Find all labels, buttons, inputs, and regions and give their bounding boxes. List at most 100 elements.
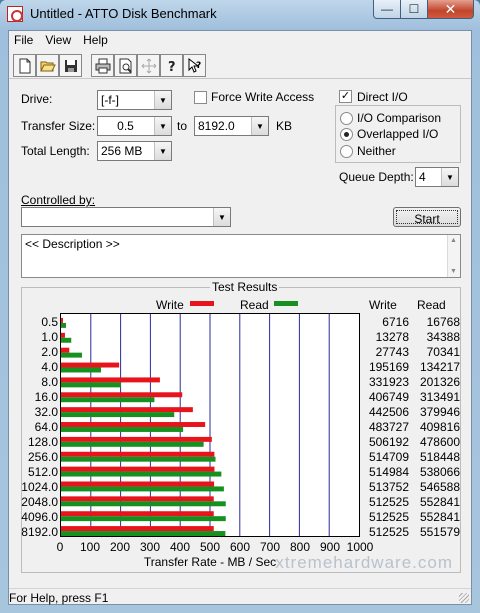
controlled-by-select[interactable]: ▼ bbox=[21, 207, 231, 227]
read-bar bbox=[61, 456, 216, 462]
menu-view[interactable]: View bbox=[40, 31, 78, 50]
status-text: For Help, press F1 bbox=[9, 591, 109, 605]
read-value: 313491 bbox=[419, 390, 460, 404]
start-label: Start bbox=[396, 210, 458, 226]
read-value: 552841 bbox=[419, 510, 460, 524]
write-bar bbox=[61, 332, 65, 338]
scroll-up-icon[interactable]: ▲ bbox=[450, 237, 457, 244]
menu-help[interactable]: Help bbox=[78, 31, 115, 50]
print-preview-icon[interactable] bbox=[114, 54, 137, 77]
overlapped-io-radio[interactable] bbox=[340, 128, 353, 141]
to-label: to bbox=[177, 119, 188, 133]
transfer-size-label: 512.0 bbox=[27, 465, 58, 479]
maximize-button[interactable]: ☐ bbox=[401, 0, 428, 19]
scroll-down-icon[interactable]: ▼ bbox=[450, 268, 457, 275]
write-bar bbox=[61, 407, 193, 413]
transfer-size-label: 2.0 bbox=[41, 345, 58, 359]
force-write-checkbox[interactable] bbox=[194, 91, 207, 104]
read-bar bbox=[61, 426, 184, 432]
write-bar bbox=[61, 347, 70, 353]
chevron-down-icon[interactable]: ▼ bbox=[154, 91, 171, 109]
help-icon[interactable]: ? bbox=[160, 54, 183, 77]
read-legend-label: Read bbox=[240, 298, 269, 312]
context-help-icon[interactable]: ? bbox=[183, 54, 206, 77]
write-value: 514709 bbox=[368, 450, 409, 464]
force-write-label[interactable]: Force Write Access bbox=[211, 90, 314, 104]
read-bar bbox=[61, 397, 155, 403]
write-value: 512525 bbox=[368, 525, 409, 539]
write-value: 513752 bbox=[368, 480, 409, 494]
write-bar bbox=[61, 511, 214, 517]
drive-select[interactable]: [-f-] ▼ bbox=[97, 90, 172, 110]
read-value: 16768 bbox=[426, 315, 460, 329]
transfer-size-to-select[interactable]: 8192.0 ▼ bbox=[194, 116, 269, 136]
transfer-size-label: 64.0 bbox=[34, 420, 58, 434]
new-icon[interactable] bbox=[13, 54, 36, 77]
start-button[interactable]: Start bbox=[393, 207, 461, 227]
direct-io-label[interactable]: Direct I/O bbox=[357, 90, 408, 104]
queue-depth-select[interactable]: 4 ▼ bbox=[415, 167, 459, 187]
chevron-down-icon[interactable]: ▼ bbox=[251, 117, 268, 135]
read-bar bbox=[61, 516, 226, 522]
write-bar bbox=[61, 436, 212, 442]
queue-depth-value: 4 bbox=[419, 170, 426, 184]
minimize-button[interactable]: — bbox=[373, 0, 401, 19]
write-legend-swatch bbox=[190, 301, 214, 306]
read-value: 379946 bbox=[419, 405, 460, 419]
svg-text:?: ? bbox=[168, 60, 176, 74]
open-icon[interactable] bbox=[36, 54, 59, 77]
transfer-size-from-select[interactable]: 0.5 ▼ bbox=[97, 116, 172, 136]
write-value: 442506 bbox=[368, 405, 409, 419]
neither-radio[interactable] bbox=[340, 145, 353, 158]
write-bar bbox=[61, 392, 183, 398]
transfer-size-label: 1024.0 bbox=[21, 480, 58, 494]
drive-value: [-f-] bbox=[101, 93, 119, 107]
read-bar bbox=[61, 501, 226, 507]
move-icon[interactable] bbox=[137, 54, 160, 77]
read-bar bbox=[61, 412, 175, 418]
read-bar bbox=[61, 471, 222, 477]
neither-label[interactable]: Neither bbox=[357, 144, 396, 158]
transfer-size-label: 128.0 bbox=[27, 435, 58, 449]
chevron-down-icon[interactable]: ▼ bbox=[441, 168, 458, 186]
chevron-down-icon[interactable]: ▼ bbox=[213, 208, 230, 226]
title-bar[interactable]: Untitled - ATTO Disk Benchmark — ☐ ✕ bbox=[0, 0, 480, 28]
read-bar bbox=[61, 441, 204, 447]
write-value: 483727 bbox=[368, 420, 409, 434]
chevron-down-icon[interactable]: ▼ bbox=[154, 142, 171, 160]
transfer-size-label: 32.0 bbox=[34, 405, 58, 419]
status-bar: xtremehardware.com For Help, press F1 bbox=[9, 553, 471, 605]
write-value: 512525 bbox=[368, 495, 409, 509]
read-value: 552841 bbox=[419, 495, 460, 509]
total-length-select[interactable]: 256 MB ▼ bbox=[97, 141, 172, 161]
write-value: 514984 bbox=[368, 465, 409, 479]
io-comparison-label[interactable]: I/O Comparison bbox=[357, 111, 441, 125]
description-box[interactable]: << Description >> ▲ ▼ bbox=[21, 234, 461, 278]
write-bar bbox=[61, 526, 214, 532]
io-comparison-radio[interactable] bbox=[340, 112, 353, 125]
write-bar bbox=[61, 317, 64, 323]
chevron-down-icon[interactable]: ▼ bbox=[154, 117, 171, 135]
write-bar bbox=[61, 362, 120, 368]
read-bar bbox=[61, 382, 121, 388]
read-bar bbox=[61, 531, 226, 536]
write-value: 506192 bbox=[368, 435, 409, 449]
total-length-value: 256 MB bbox=[101, 144, 143, 158]
overlapped-io-label[interactable]: Overlapped I/O bbox=[357, 127, 438, 141]
app-window: Untitled - ATTO Disk Benchmark — ☐ ✕ Fil… bbox=[0, 0, 480, 613]
transfer-size-label: 4096.0 bbox=[21, 510, 58, 524]
atto-app-icon[interactable] bbox=[7, 6, 23, 22]
description-scrollbar[interactable]: ▲ ▼ bbox=[447, 235, 460, 277]
close-button[interactable]: ✕ bbox=[428, 0, 474, 19]
write-bar bbox=[61, 451, 215, 457]
transfer-to-value: 8192.0 bbox=[198, 119, 235, 133]
read-bar bbox=[61, 352, 82, 358]
drive-label: Drive: bbox=[21, 92, 53, 106]
print-icon[interactable] bbox=[91, 54, 114, 77]
write-bar bbox=[61, 496, 214, 502]
direct-io-checkbox[interactable]: ✓ bbox=[339, 90, 352, 103]
save-icon[interactable] bbox=[59, 54, 82, 77]
read-column-header: Read bbox=[417, 298, 446, 312]
menu-file[interactable]: File bbox=[9, 31, 40, 50]
resize-grip[interactable] bbox=[459, 593, 469, 603]
